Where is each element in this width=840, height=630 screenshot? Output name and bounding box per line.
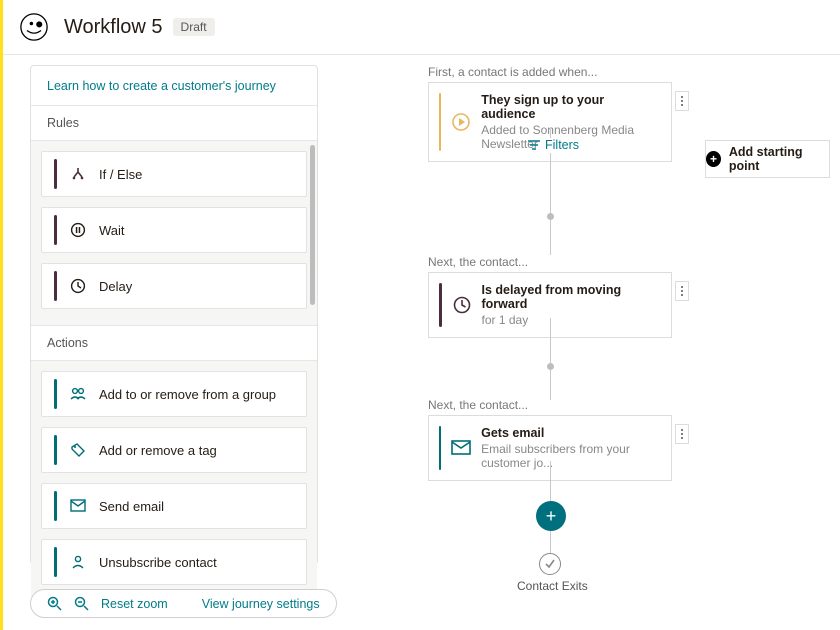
hint-next-1: Next, the contact...: [428, 255, 528, 269]
zoom-toolbar: Reset zoom View journey settings: [30, 589, 337, 618]
rule-if-else[interactable]: If / Else: [41, 151, 307, 197]
play-icon: [451, 112, 471, 132]
block-label: Delay: [99, 279, 132, 294]
rule-delay[interactable]: Delay: [41, 263, 307, 309]
rules-section-title: Rules: [31, 106, 317, 141]
learn-link[interactable]: Learn how to create a customer's journey: [47, 79, 276, 93]
node-title: Gets email: [481, 426, 639, 440]
block-label: Send email: [99, 499, 164, 514]
app-header: Workflow 5 Draft: [0, 0, 840, 55]
mail-icon: [69, 497, 87, 515]
unsubscribe-icon: [69, 553, 87, 571]
rule-wait[interactable]: Wait: [41, 207, 307, 253]
filters-link[interactable]: Filters: [528, 138, 579, 152]
learn-link-row: Learn how to create a customer's journey: [31, 66, 317, 106]
group-icon: [69, 385, 87, 403]
sidebar-panel: Learn how to create a customer's journey…: [30, 65, 318, 565]
connector-dot: [547, 213, 554, 220]
view-journey-settings-button[interactable]: View journey settings: [202, 597, 320, 611]
mail-icon: [451, 438, 471, 458]
zoom-in-icon[interactable]: [47, 596, 62, 611]
add-starting-point-button[interactable]: + Add starting point: [705, 140, 830, 178]
workflow-title: Workflow 5: [64, 16, 163, 39]
block-label: Add to or remove from a group: [99, 387, 276, 402]
action-send-email[interactable]: Send email: [41, 483, 307, 529]
node-menu-button[interactable]: [675, 281, 689, 301]
block-label: If / Else: [99, 167, 142, 182]
node-menu-button[interactable]: [675, 424, 689, 444]
clock-icon: [452, 295, 472, 315]
block-label: Unsubscribe contact: [99, 555, 217, 570]
connector-dot: [547, 363, 554, 370]
status-badge: Draft: [173, 18, 215, 36]
node-menu-button[interactable]: [675, 91, 689, 111]
plus-icon: +: [706, 151, 721, 167]
button-label: Add starting point: [729, 145, 829, 173]
exit-icon: [539, 553, 561, 575]
actions-section-title: Actions: [31, 326, 317, 361]
action-group[interactable]: Add to or remove from a group: [41, 371, 307, 417]
node-title: They sign up to your audience: [481, 93, 639, 121]
block-label: Wait: [99, 223, 125, 238]
reset-zoom-button[interactable]: Reset zoom: [101, 597, 168, 611]
tag-icon: [69, 441, 87, 459]
pause-icon: [69, 221, 87, 239]
clock-icon: [69, 277, 87, 295]
node-title: Is delayed from moving forward: [482, 283, 640, 311]
branch-icon: [69, 165, 87, 183]
sidebar-scrollbar[interactable]: [310, 145, 315, 305]
filters-label: Filters: [545, 138, 579, 152]
add-step-button[interactable]: +: [536, 501, 566, 531]
hint-start: First, a contact is added when...: [428, 65, 597, 79]
block-label: Add or remove a tag: [99, 443, 217, 458]
node-subtitle: Email subscribers from your customer jo.…: [481, 442, 639, 470]
mailchimp-logo-icon: [20, 13, 48, 41]
journey-canvas[interactable]: First, a contact is added when... They s…: [318, 55, 840, 630]
action-tag[interactable]: Add or remove a tag: [41, 427, 307, 473]
exit-label: Contact Exits: [517, 579, 588, 593]
node-subtitle: for 1 day: [482, 313, 640, 327]
zoom-out-icon[interactable]: [74, 596, 89, 611]
hint-next-2: Next, the contact...: [428, 398, 528, 412]
action-unsubscribe[interactable]: Unsubscribe contact: [41, 539, 307, 585]
